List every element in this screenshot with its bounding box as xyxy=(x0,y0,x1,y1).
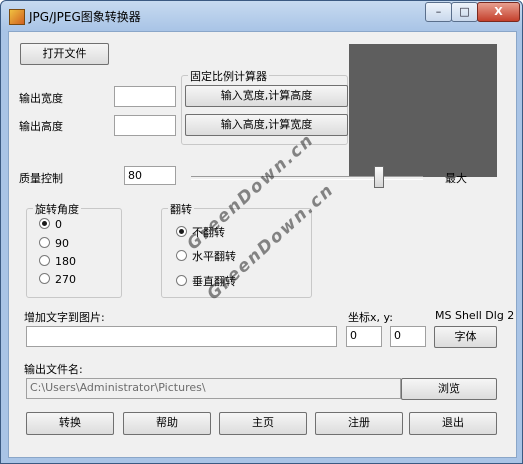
exit-button[interactable]: 退出 xyxy=(409,412,497,435)
app-icon xyxy=(9,9,25,25)
add-text-label: 增加文字到图片: xyxy=(24,311,105,324)
register-button[interactable]: 注册 xyxy=(315,412,403,435)
close-button[interactable]: X xyxy=(477,2,520,22)
quality-slider-track[interactable] xyxy=(191,176,423,180)
open-file-button[interactable]: 打开文件 xyxy=(20,43,109,65)
rotation-option-label: 180 xyxy=(55,255,76,268)
radio-selected-icon xyxy=(39,218,50,229)
output-width-label: 输出宽度 xyxy=(19,92,63,105)
flip-group-title: 翻转 xyxy=(168,201,194,217)
radio-icon xyxy=(39,237,50,248)
radio-icon xyxy=(39,255,50,266)
rotation-option-label: 270 xyxy=(55,273,76,286)
browse-button[interactable]: 浏览 xyxy=(401,378,497,400)
output-path-input[interactable]: C:\Users\Administrator\Pictures\ xyxy=(26,378,401,399)
add-text-input[interactable] xyxy=(26,326,337,347)
radio-icon xyxy=(39,273,50,284)
calc-height-button[interactable]: 输入宽度,计算高度 xyxy=(185,85,348,107)
app-window: JPG/JPEG图象转换器 – □ X 打开文件 输出宽度 输出高度 固定比例计… xyxy=(0,0,523,464)
quality-max-label: 最大 xyxy=(445,172,467,185)
coord-x-input[interactable]: 0 xyxy=(346,326,382,347)
maximize-button[interactable]: □ xyxy=(451,2,478,22)
home-button[interactable]: 主页 xyxy=(219,412,307,435)
rotation-option-180[interactable]: 180 xyxy=(39,255,76,268)
ratio-group-title: 固定比例计算器 xyxy=(188,68,269,84)
window-title: JPG/JPEG图象转换器 xyxy=(29,10,141,24)
calc-width-button[interactable]: 输入高度,计算宽度 xyxy=(185,114,348,136)
font-name-label: MS Shell Dlg 2 xyxy=(435,309,515,322)
client-area: 打开文件 输出宽度 输出高度 固定比例计算器 输入宽度,计算高度 输入高度,计算… xyxy=(8,31,517,458)
flip-option-horizontal[interactable]: 水平翻转 xyxy=(176,248,236,264)
image-preview xyxy=(349,44,497,177)
quality-slider-thumb[interactable] xyxy=(374,166,384,188)
quality-label: 质量控制 xyxy=(19,172,63,185)
rotation-option-0[interactable]: 0 xyxy=(39,218,62,231)
coordinates-label: 坐标x, y: xyxy=(348,311,393,324)
title-bar[interactable]: JPG/JPEG图象转换器 – □ X xyxy=(1,1,522,31)
output-filename-label: 输出文件名: xyxy=(24,363,83,376)
quality-input[interactable]: 80 xyxy=(124,166,176,185)
rotation-option-270[interactable]: 270 xyxy=(39,273,76,286)
help-button[interactable]: 帮助 xyxy=(123,412,211,435)
output-height-input[interactable] xyxy=(114,115,176,136)
rotation-group-title: 旋转角度 xyxy=(33,201,81,217)
rotation-option-90[interactable]: 90 xyxy=(39,237,69,250)
output-width-input[interactable] xyxy=(114,86,176,107)
rotation-option-label: 90 xyxy=(55,237,69,250)
convert-button[interactable]: 转换 xyxy=(26,412,114,435)
radio-icon xyxy=(176,275,187,286)
radio-icon xyxy=(176,250,187,261)
rotation-option-label: 0 xyxy=(55,218,62,231)
radio-selected-icon xyxy=(176,226,187,237)
coord-y-input[interactable]: 0 xyxy=(390,326,426,347)
minimize-button[interactable]: – xyxy=(425,2,452,22)
font-button[interactable]: 字体 xyxy=(434,326,497,348)
output-height-label: 输出高度 xyxy=(19,120,63,133)
